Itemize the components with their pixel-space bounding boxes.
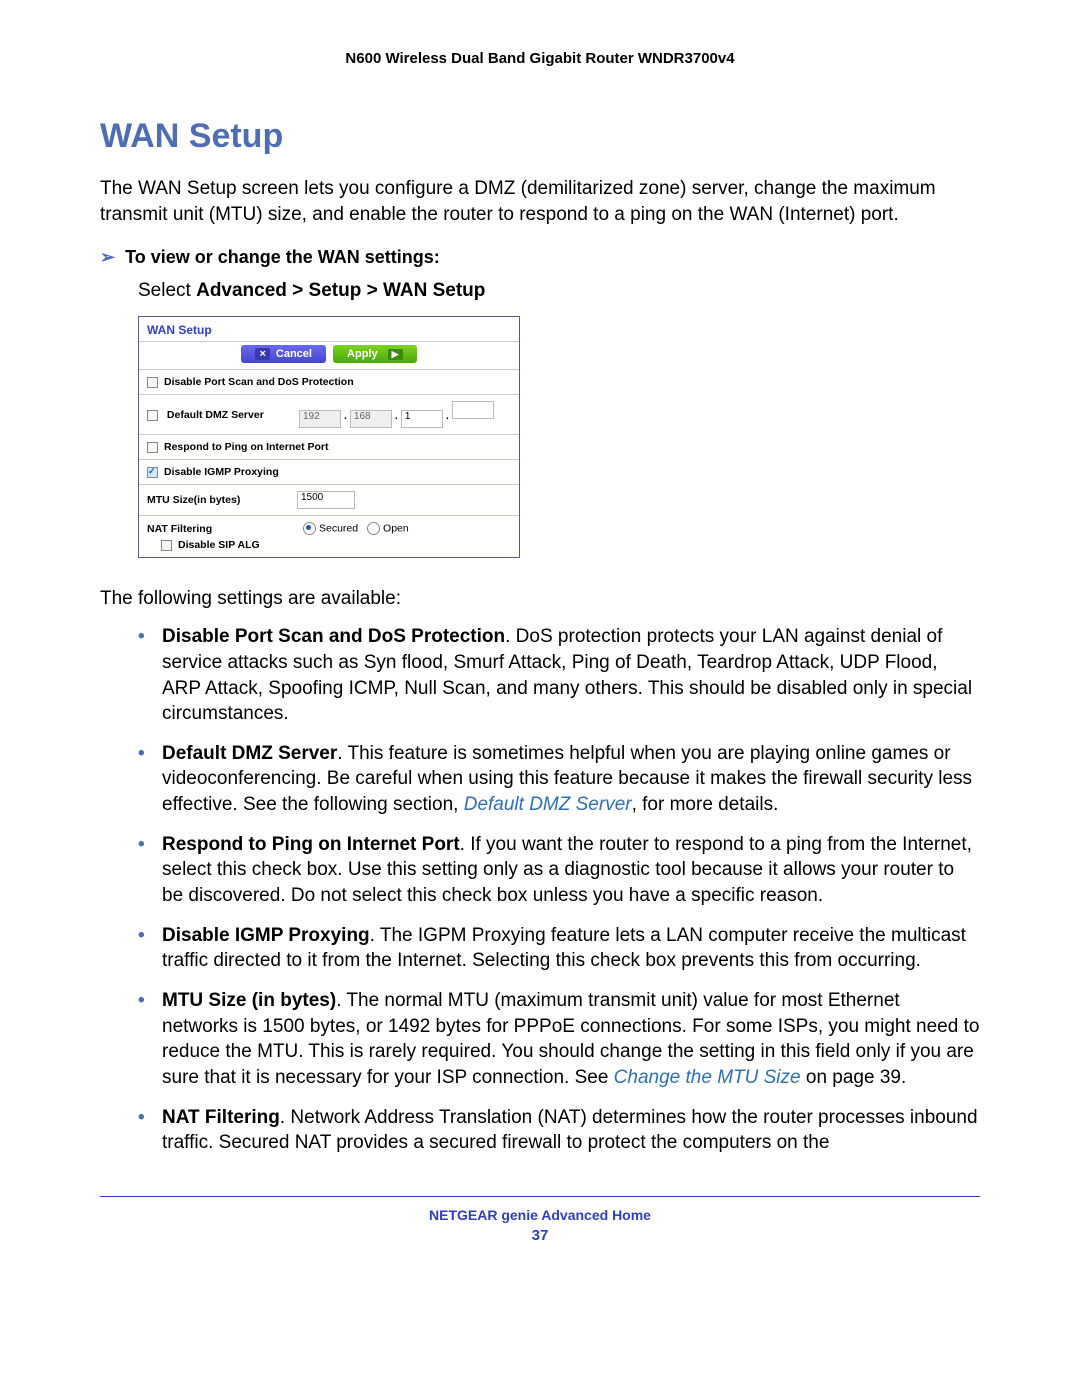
dmz-checkbox[interactable] <box>147 410 158 421</box>
nat-label: NAT Filtering <box>147 523 297 535</box>
shot-title: WAN Setup <box>147 323 212 337</box>
bullet-dmz-title: Default DMZ Server <box>162 743 337 764</box>
ping-checkbox[interactable] <box>147 442 158 453</box>
bullet-mtu-title: MTU Size (in bytes) <box>162 990 336 1011</box>
nat-secured-label: Secured <box>319 523 358 535</box>
bullet-dos-title: Disable Port Scan and DoS Protection <box>162 626 505 647</box>
dos-label: Disable Port Scan and DoS Protection <box>164 376 354 388</box>
arrow-right-icon: ▶ <box>388 349 403 360</box>
apply-button-label: Apply <box>347 348 378 360</box>
igmp-checkbox[interactable] <box>147 467 158 478</box>
bullet-dmz: Default DMZ Server. This feature is some… <box>138 741 980 818</box>
dmz-ip-fields: 192.168.1. <box>297 401 511 428</box>
task-heading-text: To view or change the WAN settings: <box>125 247 440 267</box>
row-ping: Respond to Ping on Internet Port <box>139 435 519 460</box>
dmz-ip-b[interactable]: 168 <box>350 410 392 428</box>
nat-open-label: Open <box>383 523 409 535</box>
ping-label: Respond to Ping on Internet Port <box>164 441 329 453</box>
bullet-igmp: Disable IGMP Proxying. The IGPM Proxying… <box>138 923 980 974</box>
page: N600 Wireless Dual Band Gigabit Router W… <box>0 0 1080 1284</box>
bullet-dmz-text-after: , for more details. <box>632 794 779 815</box>
row-igmp: Disable IGMP Proxying <box>139 460 519 485</box>
section-intro: The WAN Setup screen lets you configure … <box>100 176 980 227</box>
sip-alg-label: Disable SIP ALG <box>178 539 260 551</box>
settings-intro: The following settings are available: <box>100 588 980 610</box>
task-heading: ➢ To view or change the WAN settings: <box>100 247 980 268</box>
page-footer: NETGEAR genie Advanced Home 37 <box>100 1196 980 1244</box>
task-step: Select Advanced > Setup > WAN Setup <box>138 280 980 302</box>
dmz-ip-d[interactable] <box>452 401 494 419</box>
footer-page-number: 37 <box>100 1227 980 1244</box>
dmz-ip-c[interactable]: 1 <box>401 410 443 428</box>
nat-open-radio[interactable] <box>367 522 380 535</box>
shot-title-row: WAN Setup <box>139 317 519 342</box>
mtu-label: MTU Size(in bytes) <box>147 494 297 506</box>
row-default-dmz: Default DMZ Server 192.168.1. <box>139 395 519 435</box>
row-dos-protection: Disable Port Scan and DoS Protection <box>139 370 519 395</box>
sip-alg-checkbox[interactable] <box>161 540 172 551</box>
step-prefix: Select <box>138 280 196 301</box>
navigation-path: Advanced > Setup > WAN Setup <box>196 280 485 301</box>
cancel-button-label: Cancel <box>276 348 312 360</box>
bullet-dos: Disable Port Scan and DoS Protection. Do… <box>138 624 980 727</box>
bullet-ping-title: Respond to Ping on Internet Port <box>162 834 460 855</box>
dos-checkbox[interactable] <box>147 377 158 388</box>
dmz-ip-a[interactable]: 192 <box>299 410 341 428</box>
igmp-label: Disable IGMP Proxying <box>164 466 279 478</box>
cancel-button[interactable]: × Cancel <box>241 345 326 363</box>
shot-button-row: × Cancel Apply ▶ <box>139 342 519 370</box>
row-nat: NAT Filtering Secured Open Disable SIP A… <box>139 516 519 557</box>
nat-secured-radio[interactable] <box>303 522 316 535</box>
dmz-label: Default DMZ Server <box>167 409 264 421</box>
bullet-nat: NAT Filtering. Network Address Translati… <box>138 1105 980 1156</box>
bullet-mtu: MTU Size (in bytes). The normal MTU (max… <box>138 988 980 1091</box>
bullet-mtu-text-after: on page 39. <box>801 1067 907 1088</box>
bullet-nat-text: . Network Address Translation (NAT) dete… <box>162 1107 978 1154</box>
bullet-igmp-title: Disable IGMP Proxying <box>162 925 370 946</box>
doc-header: N600 Wireless Dual Band Gigabit Router W… <box>100 50 980 67</box>
row-mtu: MTU Size(in bytes) 1500 <box>139 485 519 516</box>
footer-chapter: NETGEAR genie Advanced Home <box>100 1207 980 1223</box>
arrow-icon: ➢ <box>100 247 115 267</box>
bullet-nat-title: NAT Filtering <box>162 1107 280 1128</box>
dmz-link[interactable]: Default DMZ Server <box>464 794 632 815</box>
bullet-ping: Respond to Ping on Internet Port. If you… <box>138 832 980 909</box>
mtu-input[interactable]: 1500 <box>297 491 355 509</box>
settings-list: Disable Port Scan and DoS Protection. Do… <box>100 624 980 1156</box>
apply-button[interactable]: Apply ▶ <box>333 345 416 363</box>
wan-setup-screenshot: WAN Setup × Cancel Apply ▶ Disable Port Sc… <box>138 316 520 558</box>
mtu-link[interactable]: Change the MTU Size <box>614 1067 801 1088</box>
close-icon: × <box>255 348 269 360</box>
section-title: WAN Setup <box>100 117 980 156</box>
